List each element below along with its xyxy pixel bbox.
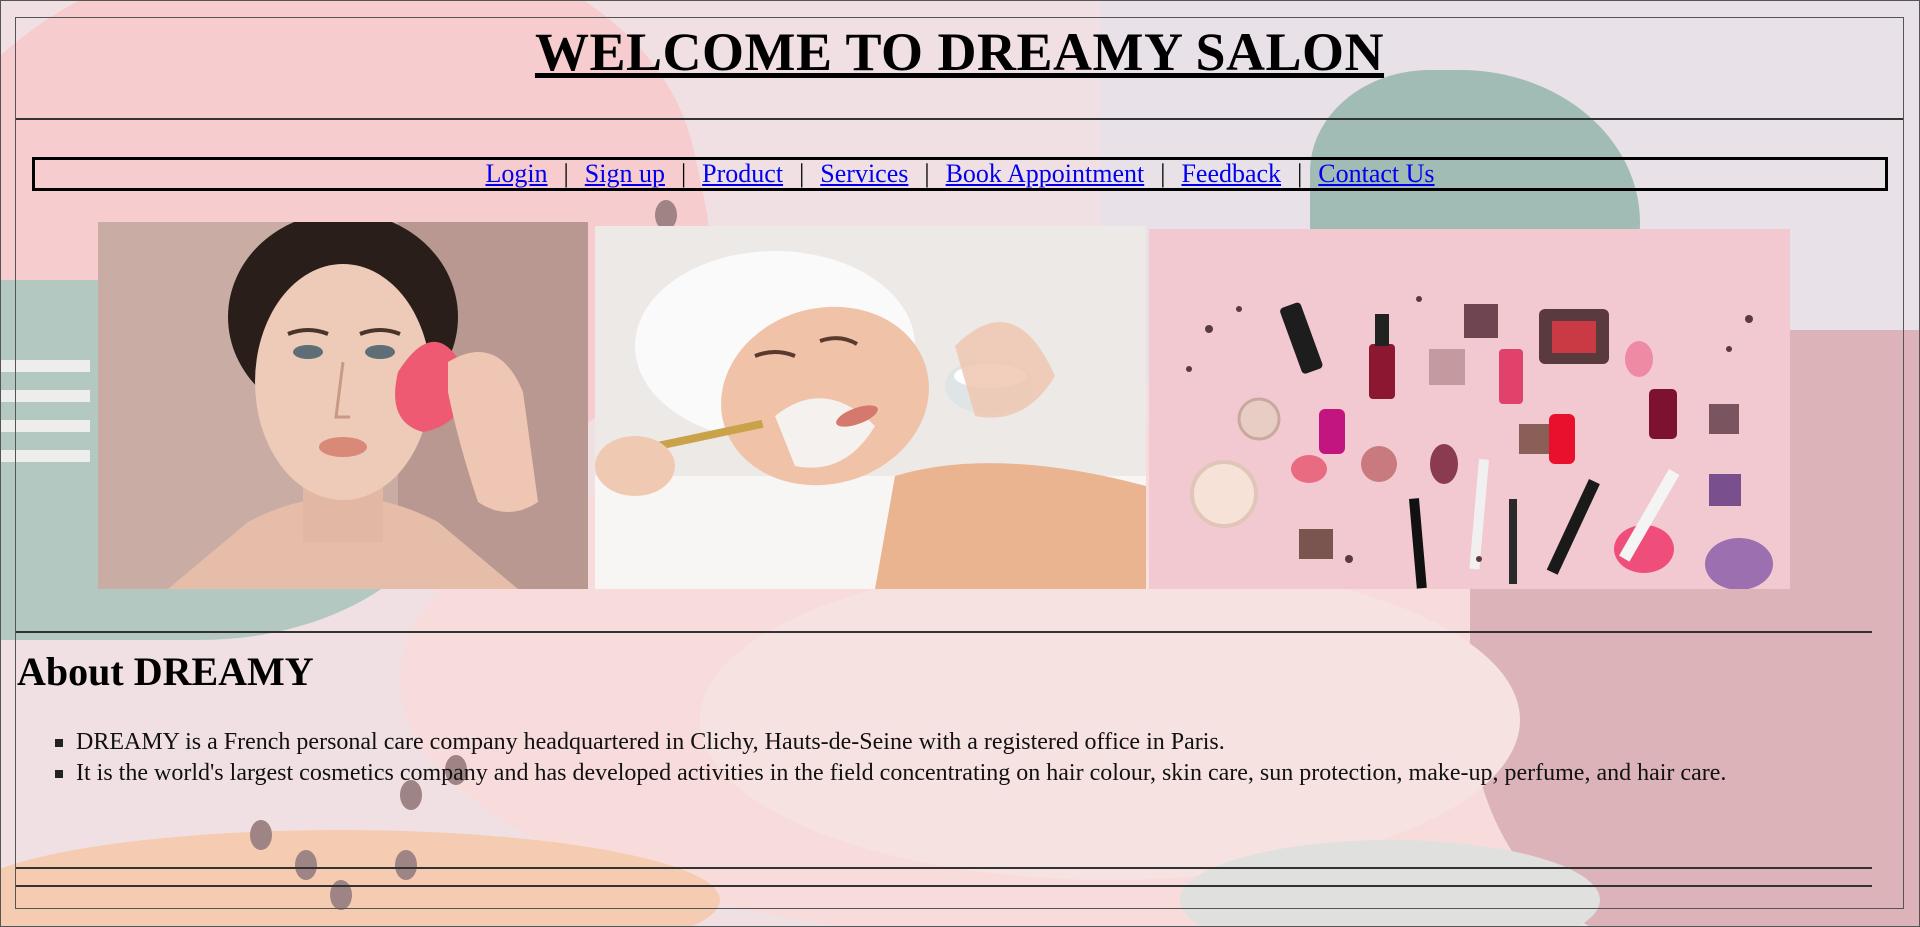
site-header: WELCOME TO DREAMY SALON bbox=[16, 18, 1903, 120]
site-title: WELCOME TO DREAMY SALON bbox=[534, 22, 1385, 82]
nav-separator: | bbox=[563, 159, 569, 188]
nav-separator: | bbox=[1160, 159, 1166, 188]
nav-product-link[interactable]: Product bbox=[702, 159, 783, 188]
nav-services-link[interactable]: Services bbox=[820, 159, 908, 188]
nav-separator: | bbox=[924, 159, 930, 188]
nav-feedback-link[interactable]: Feedback bbox=[1181, 159, 1281, 188]
main-nav: Login | Sign up | Product | Services | Book Appo… bbox=[32, 157, 1888, 191]
nav-contact-us-link[interactable]: Contact Us bbox=[1318, 159, 1434, 188]
nav-separator: | bbox=[680, 159, 687, 188]
nav-separator: | bbox=[1297, 159, 1303, 188]
nav-separator: | bbox=[799, 159, 805, 188]
page-container: WELCOME TO DREAMY SALON Login | Sign up | Pr… bbox=[15, 17, 1904, 909]
nav-signup-link[interactable]: Sign up bbox=[585, 159, 665, 188]
nav-book-appointment-link[interactable]: Book Appointment bbox=[946, 159, 1145, 188]
nav-login-link[interactable]: Login bbox=[485, 159, 547, 188]
